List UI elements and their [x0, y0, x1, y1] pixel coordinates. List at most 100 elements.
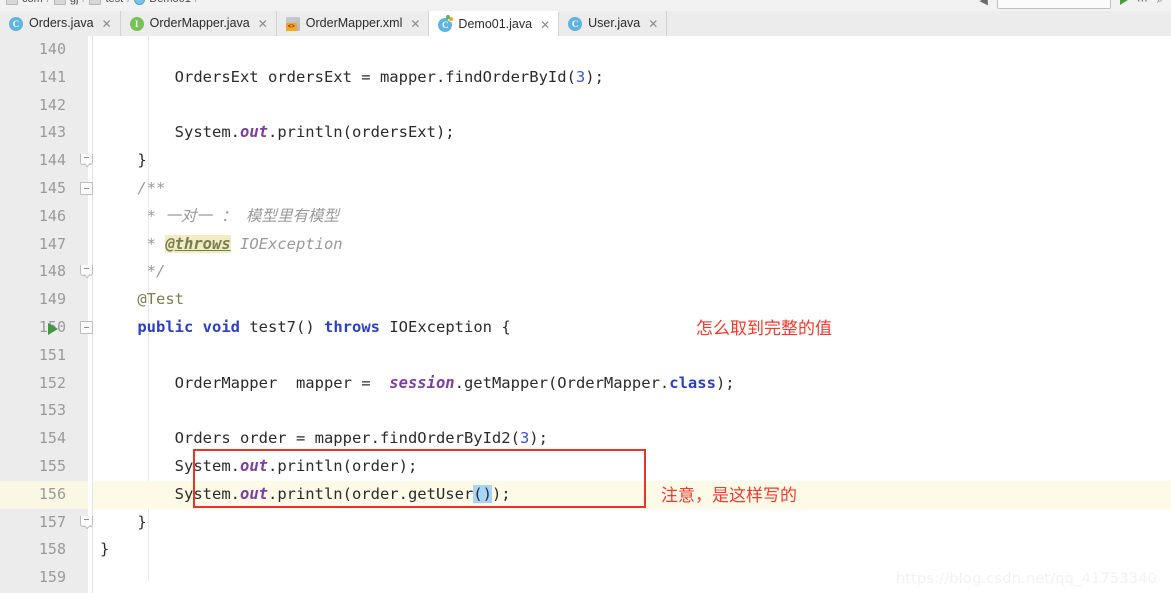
breadcrumb-item-test[interactable]: test [105, 0, 123, 5]
static-field: out [239, 456, 268, 475]
numeric-literal: 3 [519, 429, 530, 448]
line-number: 140 [38, 40, 66, 58]
breadcrumb[interactable]: com / gj / test / Demo01 / [6, 0, 198, 5]
line-content[interactable]: System.out.println(order.getUser()); [93, 480, 1171, 509]
code-line[interactable]: 158 } [0, 536, 1171, 564]
line-content[interactable]: Orders order = mapper.findOrderById2(3); [93, 425, 1171, 453]
annotation-text-1: 怎么取到完整的值 [696, 319, 832, 339]
code-line[interactable]: 147 * @throws IOException [0, 231, 1171, 259]
fold-end-icon[interactable] [80, 154, 93, 168]
code-line[interactable]: 153 [0, 397, 1171, 425]
line-content[interactable]: System.out.println(ordersExt); [93, 119, 1171, 147]
breadcrumb-separator: / [47, 0, 50, 5]
line-content[interactable]: public void test7() throws IOException { [93, 314, 1171, 342]
selected-text[interactable]: () [473, 484, 492, 503]
line-content[interactable]: } [93, 536, 1171, 564]
line-number: 154 [38, 429, 66, 448]
code-line[interactable]: 148 */ [0, 258, 1171, 286]
code-editor[interactable]: 140 141 OrdersExt ordersExt = mapper.fin… [0, 36, 1171, 593]
xml-file-icon [285, 16, 300, 31]
line-content[interactable]: /** [93, 175, 1171, 203]
line-content[interactable] [93, 36, 1171, 64]
line-content[interactable]: OrdersExt ordersExt = mapper.findOrderBy… [93, 64, 1171, 92]
code-line-current[interactable]: 156 System.out.println(order.getUser()); [0, 480, 1171, 509]
tab-label: OrderMapper.java [149, 16, 250, 31]
line-content[interactable]: @Test [93, 286, 1171, 314]
breadcrumb-item-com[interactable]: com [22, 0, 43, 5]
folder-icon [53, 0, 66, 5]
close-icon[interactable]: ✕ [102, 18, 112, 30]
line-number: 144 [38, 151, 66, 170]
close-icon[interactable]: ✕ [258, 18, 268, 30]
code-line[interactable]: 151 [0, 342, 1171, 370]
code-line[interactable]: 146 * 一对一 ： 模型里有模型 [0, 203, 1171, 231]
javadoc-chinese-text: * 一对一 ： 模型里有模型 [100, 206, 339, 225]
code-line[interactable]: 140 [0, 36, 1171, 64]
tab-ordermapper-xml[interactable]: OrderMapper.xml ✕ [276, 11, 430, 36]
code-line[interactable]: 149 @Test [0, 286, 1171, 314]
back-arrow-icon[interactable]: ◀ [979, 0, 987, 7]
line-content[interactable] [93, 342, 1171, 370]
close-icon[interactable]: ✕ [410, 18, 420, 30]
close-icon[interactable]: ✕ [648, 18, 658, 30]
code-line[interactable]: 145 /** [0, 175, 1171, 203]
line-number: 152 [38, 373, 66, 392]
static-field: out [239, 484, 268, 503]
line-content[interactable] [93, 397, 1171, 425]
fold-collapse-icon[interactable] [80, 181, 93, 196]
close-icon[interactable]: ✕ [540, 19, 550, 31]
line-number: 142 [38, 95, 66, 114]
class-icon [134, 0, 146, 5]
fold-end-icon[interactable] [80, 265, 93, 279]
line-content[interactable]: * 一对一 ： 模型里有模型 [93, 203, 1171, 231]
comment-text: * [100, 234, 166, 253]
line-content[interactable]: } [93, 509, 1171, 537]
line-number: 157 [38, 512, 66, 531]
code-line[interactable]: 154 Orders order = mapper.findOrderById2… [0, 425, 1171, 453]
line-content[interactable]: */ [93, 258, 1171, 286]
watermark: https://blog.csdn.net/qq_41753340 [895, 571, 1157, 587]
line-number: 145 [38, 178, 66, 197]
java-interface-icon: I [129, 16, 144, 31]
javadoc-exception-type: IOException [230, 234, 343, 253]
java-test-class-icon: C [438, 14, 455, 32]
code-line[interactable]: 144 } [0, 147, 1171, 175]
line-content[interactable]: OrderMapper mapper = session.getMapper(O… [93, 370, 1171, 398]
more-actions-icon[interactable]: ⋯ [1137, 0, 1148, 7]
tab-orders-java[interactable]: C Orders.java ✕ [0, 11, 121, 36]
tab-user-java[interactable]: C User.java ✕ [559, 11, 668, 36]
code-line[interactable]: 143 System.out.println(ordersExt); [0, 119, 1171, 147]
fold-end-icon[interactable] [80, 515, 93, 530]
code-line[interactable]: 142 [0, 92, 1171, 120]
line-number: 159 [38, 568, 66, 587]
line-content[interactable]: * @throws IOException [93, 231, 1171, 259]
java-class-icon: C [568, 16, 583, 31]
line-content[interactable]: System.out.println(order); [93, 453, 1171, 481]
editor-tab-bar: C Orders.java ✕ I OrderMapper.java ✕ Ord… [0, 11, 1171, 37]
fold-collapse-icon[interactable] [80, 320, 93, 335]
run-toolbar: ◀ ⋯ ⌕ [979, 0, 1163, 9]
java-class-icon: C [9, 16, 23, 31]
line-number: 150 [38, 317, 66, 336]
breadcrumb-item-demo01[interactable]: Demo01 [149, 0, 191, 5]
line-content[interactable] [93, 92, 1171, 120]
breadcrumb-separator: / [127, 0, 130, 5]
code-line[interactable]: 141 OrdersExt ordersExt = mapper.findOrd… [0, 64, 1171, 92]
keyword-void: void [202, 317, 240, 336]
code-line[interactable]: 150 public void test7() throws IOExcepti… [0, 314, 1171, 342]
code-line[interactable]: 152 OrderMapper mapper = session.getMapp… [0, 370, 1171, 398]
line-content[interactable]: } [93, 147, 1171, 175]
breadcrumb-item-gj[interactable]: gj [70, 0, 79, 5]
code-line[interactable]: 157 } [0, 509, 1171, 537]
run-button[interactable] [1119, 0, 1128, 5]
search-icon[interactable]: ⌕ [1157, 0, 1163, 7]
run-configuration-select[interactable] [996, 0, 1111, 9]
tab-ordermapper-java[interactable]: I OrderMapper.java ✕ [120, 11, 277, 36]
keyword-public: public [137, 317, 194, 336]
code-lines: 140 141 OrdersExt ordersExt = mapper.fin… [0, 36, 1171, 592]
tab-demo01-java[interactable]: C Demo01.java ✕ [429, 11, 560, 37]
numeric-literal: 3 [575, 67, 586, 86]
run-test-gutter-icon[interactable] [48, 322, 58, 335]
line-number: 158 [38, 540, 66, 559]
code-line[interactable]: 155 System.out.println(order); [0, 453, 1171, 481]
